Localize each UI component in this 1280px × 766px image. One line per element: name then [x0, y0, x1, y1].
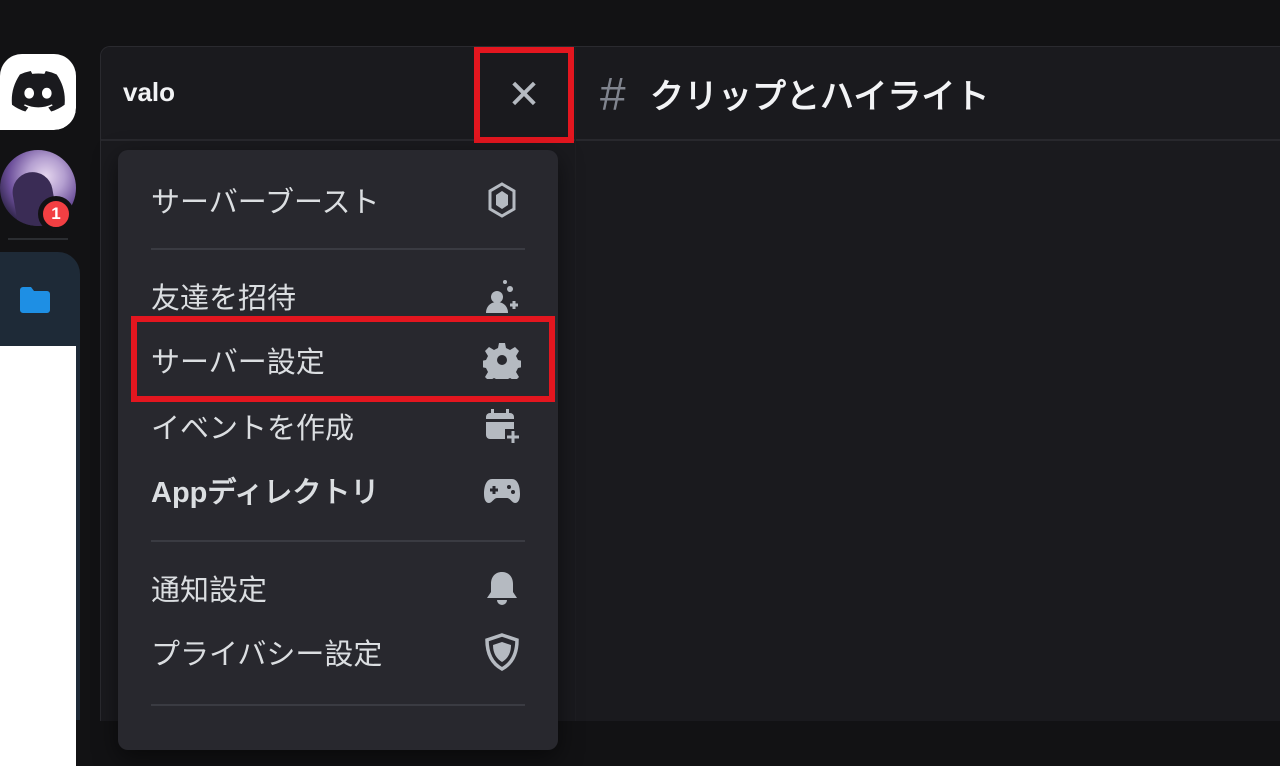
title-bar	[0, 0, 1280, 46]
menu-item-label: サーバーブースト	[151, 185, 380, 219]
menu-item-notification-settings[interactable]: 通知設定	[118, 560, 558, 616]
gear-icon	[480, 338, 524, 382]
channel-name: クリップとハイライト	[650, 77, 990, 117]
shield-icon	[480, 630, 524, 674]
calendar-plus-icon	[480, 404, 524, 448]
server-dropdown-menu: サーバーブースト 友達を招待 サーバー設定 イベントを作成 Appディレクトリ …	[118, 150, 558, 750]
channel-header: # クリップとハイライト	[576, 47, 1280, 141]
close-icon: ✕	[507, 72, 541, 118]
bell-icon	[480, 566, 524, 610]
menu-item-label: イベントを作成	[151, 411, 355, 445]
server-rail: 1	[0, 46, 100, 766]
notification-badge: 1	[38, 196, 74, 232]
hash-icon: #	[600, 68, 626, 120]
invite-person-icon	[480, 274, 524, 318]
rail-divider	[8, 238, 68, 240]
menu-item-app-directory[interactable]: Appディレクトリ	[118, 462, 558, 518]
boost-gem-icon	[480, 178, 524, 222]
server-header[interactable]: valo ✕	[101, 47, 575, 143]
menu-item-label: Appディレクトリ	[151, 477, 380, 509]
menu-item-label: 友達を招待	[151, 281, 297, 315]
close-menu-button[interactable]: ✕	[474, 47, 574, 143]
menu-item-label: サーバー設定	[151, 345, 325, 379]
menu-divider	[151, 540, 525, 542]
chat-area: # クリップとハイライト	[575, 47, 1280, 721]
menu-item-create-event[interactable]: イベントを作成	[118, 398, 558, 454]
server-icon-panel[interactable]	[0, 346, 76, 766]
menu-divider	[151, 248, 525, 250]
server-name: valo	[123, 77, 176, 107]
menu-item-label: プライバシー設定	[151, 637, 383, 671]
discord-home-button[interactable]	[0, 54, 76, 130]
menu-divider	[151, 704, 525, 706]
discord-logo-icon	[11, 71, 65, 112]
menu-item-invite-friends[interactable]: 友達を招待	[118, 268, 558, 324]
menu-item-server-boost[interactable]: サーバーブースト	[118, 172, 558, 228]
menu-item-server-settings[interactable]: サーバー設定	[118, 332, 558, 388]
menu-item-label: 通知設定	[151, 573, 268, 607]
menu-item-privacy-settings[interactable]: プライバシー設定	[118, 624, 558, 680]
gamepad-icon	[480, 468, 524, 512]
folder-icon	[20, 287, 50, 313]
